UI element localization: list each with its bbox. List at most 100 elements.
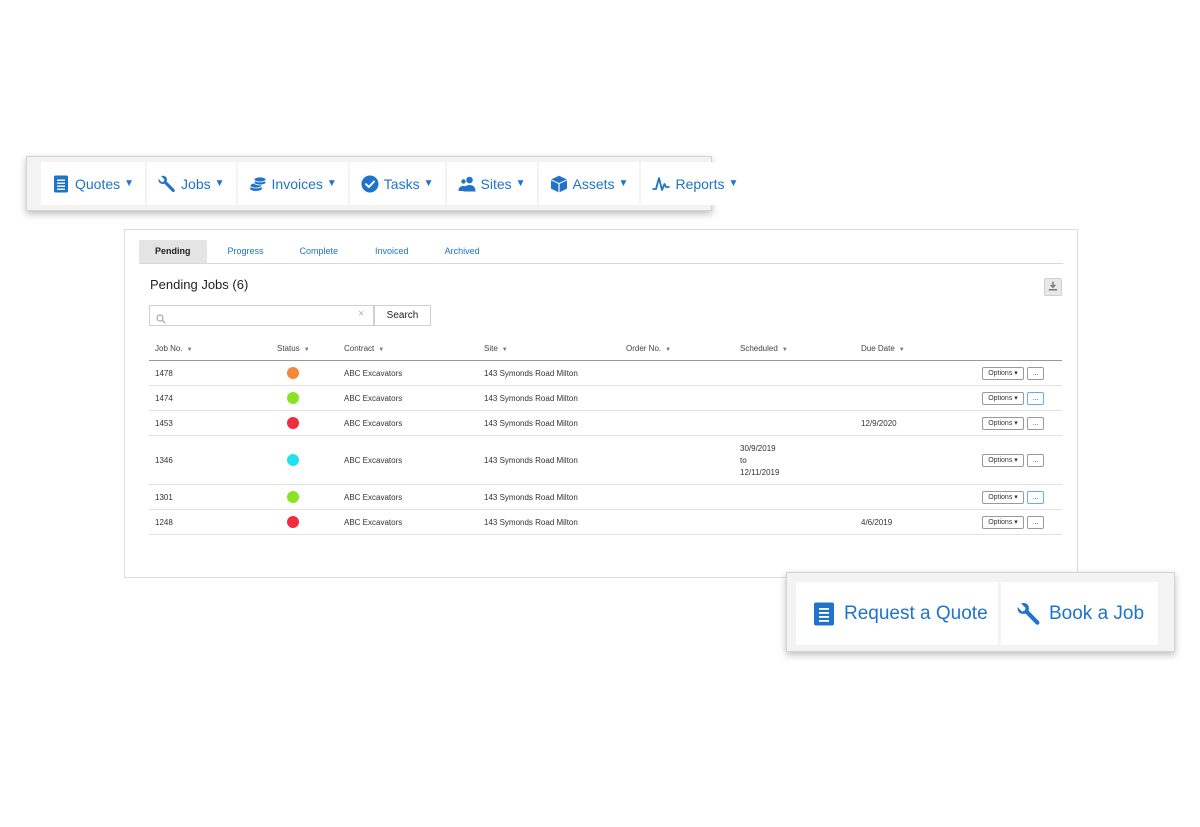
status-indicator xyxy=(287,392,299,404)
scheduled-from: 30/9/2019 xyxy=(740,444,776,453)
table-row[interactable]: 1301 ABC Excavators 143 Symonds Road Mil… xyxy=(149,485,1062,510)
site-address: 143 Symonds Road Milton xyxy=(484,419,578,428)
nav-item-quotes[interactable]: Quotes ▼ xyxy=(41,162,146,205)
nav-item-reports[interactable]: Reports ▼ xyxy=(641,162,750,205)
options-dropdown-button[interactable]: Options ▾ xyxy=(982,392,1024,405)
nav-item-label: Reports xyxy=(675,175,725,192)
options-dropdown-button[interactable]: Options ▾ xyxy=(982,367,1024,380)
search-input[interactable] xyxy=(170,307,350,324)
pulse-icon xyxy=(652,175,670,193)
page-title: Pending Jobs (6) xyxy=(150,277,249,292)
sort-icon: ▼ xyxy=(378,347,385,353)
jobs-panel: Pending Progress Complete Invoiced Archi… xyxy=(124,229,1078,578)
tab-archived[interactable]: Archived xyxy=(445,240,480,263)
due-date: 4/6/2019 xyxy=(861,518,893,527)
job-number: 1346 xyxy=(155,456,173,465)
users-icon xyxy=(458,175,476,193)
book-job-label: Book a Job xyxy=(1049,602,1145,624)
status-indicator xyxy=(287,491,299,503)
column-header-label: Job No. xyxy=(155,344,183,353)
nav-item-label: Invoices xyxy=(271,175,323,192)
tab-pending[interactable]: Pending xyxy=(139,240,207,263)
column-header-site[interactable]: Site ▼ xyxy=(484,344,508,353)
main-nav-card: Quotes ▼ Jobs ▼ Invoices ▼ Tasks ▼ Sites… xyxy=(26,156,750,211)
more-button[interactable]: ... xyxy=(1027,454,1044,467)
site-address: 143 Symonds Road Milton xyxy=(484,518,578,527)
wrench-icon xyxy=(158,175,176,193)
job-number: 1478 xyxy=(155,369,173,378)
status-indicator xyxy=(287,367,299,379)
nav-item-sites[interactable]: Sites ▼ xyxy=(446,162,537,205)
quick-actions-card: Request a Quote Book a Job xyxy=(786,572,1175,652)
sort-icon: ▼ xyxy=(781,347,788,353)
table-row[interactable]: 1346 ABC Excavators 143 Symonds Road Mil… xyxy=(149,436,1062,485)
nav-item-tasks[interactable]: Tasks ▼ xyxy=(349,162,445,205)
more-button[interactable]: ... xyxy=(1027,392,1044,405)
nav-item-label: Jobs xyxy=(181,175,211,192)
search-icon xyxy=(156,311,166,324)
column-header-label: Site xyxy=(484,344,498,353)
options-dropdown-button[interactable]: Options ▾ xyxy=(982,491,1024,504)
document-icon xyxy=(812,602,836,626)
coins-icon xyxy=(249,175,267,193)
more-button[interactable]: ... xyxy=(1027,367,1044,380)
table-row[interactable]: 1453 ABC Excavators 143 Symonds Road Mil… xyxy=(149,411,1062,436)
tab-progress[interactable]: Progress xyxy=(228,240,264,263)
contract-name: ABC Excavators xyxy=(344,493,403,502)
more-button[interactable]: ... xyxy=(1027,491,1044,504)
nav-item-invoices[interactable]: Invoices ▼ xyxy=(237,162,348,205)
document-icon xyxy=(52,175,70,193)
wrench-icon xyxy=(1017,602,1041,626)
column-header-due-date[interactable]: Due Date ▼ xyxy=(861,344,905,353)
options-dropdown-button[interactable]: Options ▾ xyxy=(982,454,1024,467)
tab-complete[interactable]: Complete xyxy=(300,240,339,263)
chevron-down-icon: ▼ xyxy=(515,178,526,189)
contract-name: ABC Excavators xyxy=(344,518,403,527)
table-row[interactable]: 1478 ABC Excavators 143 Symonds Road Mil… xyxy=(149,361,1062,386)
more-button[interactable]: ... xyxy=(1027,417,1044,430)
nav-item-label: Tasks xyxy=(383,175,420,192)
column-header-label: Contract xyxy=(344,344,375,353)
tab-invoiced[interactable]: Invoiced xyxy=(375,240,409,263)
column-header-scheduled[interactable]: Scheduled ▼ xyxy=(740,344,788,353)
column-header-job-no[interactable]: Job No. ▼ xyxy=(155,344,193,353)
table-header: Job No. ▼ Status ▼ Contract ▼ Site ▼ Order N… xyxy=(149,338,1062,361)
sort-icon: ▼ xyxy=(303,347,310,353)
download-button[interactable] xyxy=(1044,278,1062,296)
column-header-order-no[interactable]: Order No. ▼ xyxy=(626,344,671,353)
table-row[interactable]: 1248 ABC Excavators 143 Symonds Road Mil… xyxy=(149,510,1062,535)
clear-search-icon[interactable]: × xyxy=(358,308,364,320)
chevron-down-icon: ▼ xyxy=(326,178,337,189)
column-header-status[interactable]: Status ▼ xyxy=(277,344,310,353)
options-dropdown-button[interactable]: Options ▾ xyxy=(982,516,1024,529)
nav-item-assets[interactable]: Assets ▼ xyxy=(538,162,640,205)
column-header-contract[interactable]: Contract ▼ xyxy=(344,344,384,353)
contract-name: ABC Excavators xyxy=(344,456,403,465)
chevron-down-icon: ▼ xyxy=(728,178,739,189)
check-circle-icon xyxy=(361,175,379,193)
site-address: 143 Symonds Road Milton xyxy=(484,369,578,378)
jobs-table: Job No. ▼ Status ▼ Contract ▼ Site ▼ Order N… xyxy=(149,338,1062,535)
book-job-button[interactable]: Book a Job xyxy=(1001,582,1158,645)
status-indicator xyxy=(287,417,299,429)
nav-item-label: Sites xyxy=(480,175,512,192)
nav-item-jobs[interactable]: Jobs ▼ xyxy=(147,162,236,205)
options-dropdown-button[interactable]: Options ▾ xyxy=(982,417,1024,430)
chevron-down-icon: ▼ xyxy=(618,178,629,189)
job-number: 1453 xyxy=(155,419,173,428)
sort-icon: ▼ xyxy=(898,347,905,353)
sort-icon: ▼ xyxy=(501,347,508,353)
request-quote-label: Request a Quote xyxy=(844,602,988,624)
status-indicator xyxy=(287,516,299,528)
more-button[interactable]: ... xyxy=(1027,516,1044,529)
column-header-label: Scheduled xyxy=(740,344,778,353)
table-row[interactable]: 1474 ABC Excavators 143 Symonds Road Mil… xyxy=(149,386,1062,411)
request-quote-button[interactable]: Request a Quote xyxy=(796,582,998,645)
due-date: 12/9/2020 xyxy=(861,419,897,428)
site-address: 143 Symonds Road Milton xyxy=(484,394,578,403)
sort-icon: ▼ xyxy=(665,347,672,353)
sort-icon: ▼ xyxy=(186,347,193,353)
site-address: 143 Symonds Road Milton xyxy=(484,493,578,502)
contract-name: ABC Excavators xyxy=(344,419,403,428)
search-button[interactable]: Search xyxy=(374,305,431,326)
